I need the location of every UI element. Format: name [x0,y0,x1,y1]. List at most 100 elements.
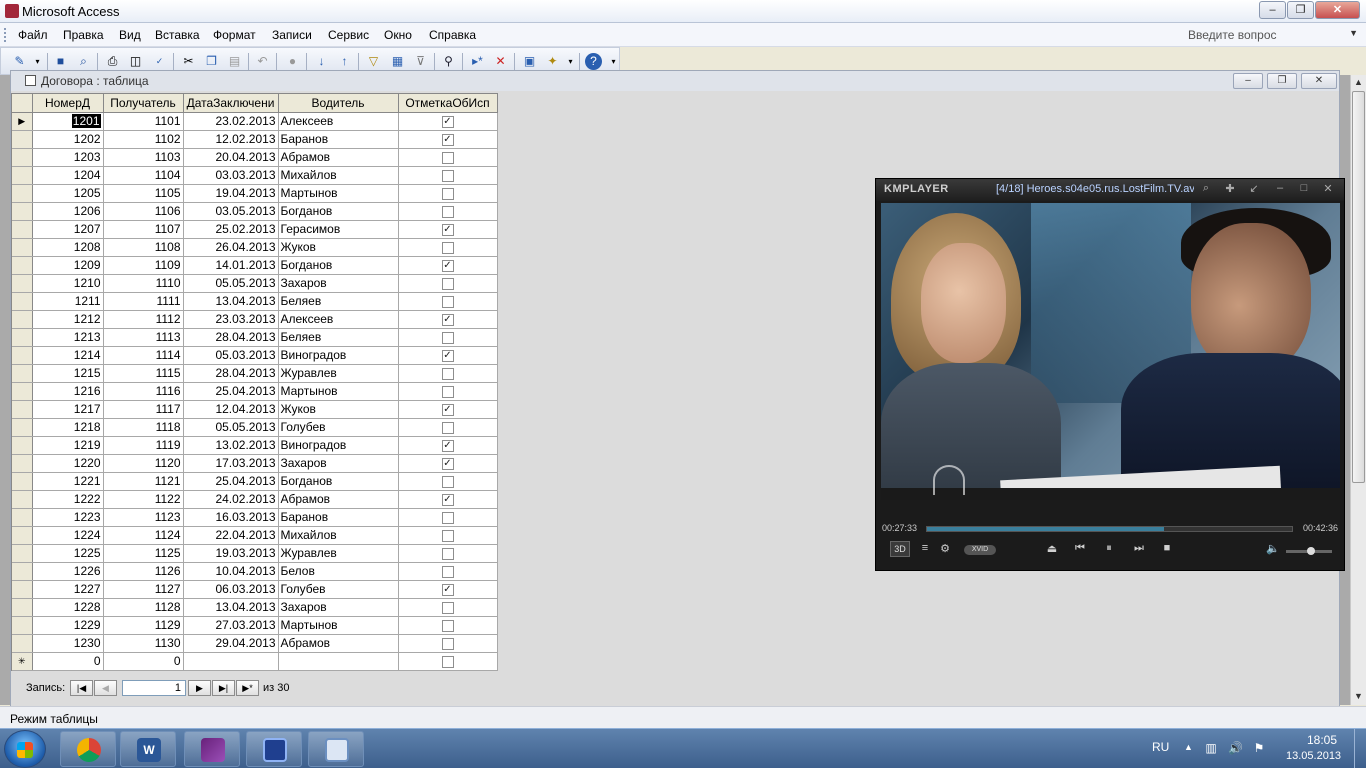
cell-otmetka[interactable] [398,292,498,311]
cell-poluchatel[interactable]: 1101 [103,112,184,131]
cell-poluchatel[interactable]: 1110 [103,274,184,293]
cell-poluchatel[interactable]: 1119 [103,436,184,455]
start-button[interactable] [4,730,46,768]
cell-otmetka[interactable] [398,544,498,563]
cell-poluchatel[interactable]: 1123 [103,508,184,527]
cell-voditel[interactable]: Мартынов [278,382,399,401]
cell-poluchatel[interactable]: 1115 [103,364,184,383]
table-row[interactable]: 1228 1128 13.04.2013 Захаров [12,598,498,617]
cell-voditel[interactable]: Абрамов [278,634,399,653]
checkbox[interactable] [441,205,454,218]
cell-nomer[interactable]: 1228 [32,598,104,617]
row-selector[interactable]: ▶ [12,112,33,131]
checkbox[interactable] [441,367,454,380]
cell-poluchatel[interactable]: 1108 [103,238,184,257]
table-row[interactable]: 1210 1110 05.05.2013 Захаров [12,274,498,293]
checkbox[interactable] [441,331,454,344]
compact-mode-icon[interactable]: ↙ [1246,182,1262,195]
clock-date[interactable]: 13.05.2013 [1286,750,1341,762]
cell-poluchatel[interactable]: 1118 [103,418,184,437]
child-minimize-button[interactable]: – [1233,73,1263,89]
row-selector[interactable] [12,328,33,347]
table-row[interactable]: 1202 1102 12.02.2013 Баранов ✓ [12,130,498,149]
last-record-icon[interactable]: ▶| [212,680,235,696]
table-row[interactable]: 1222 1122 24.02.2013 Абрамов ✓ [12,490,498,509]
cell-poluchatel[interactable]: 1124 [103,526,184,545]
cell-poluchatel[interactable]: 1122 [103,490,184,509]
checkbox[interactable]: ✓ [441,349,454,362]
table-row[interactable]: 1224 1124 22.04.2013 Михайлов [12,526,498,545]
seek-bar[interactable]: 00:27:33 00:42:36 [876,521,1344,537]
cell-poluchatel[interactable]: 1129 [103,616,184,635]
row-selector[interactable] [12,220,33,239]
cell-voditel[interactable]: Голубев [278,580,399,599]
cell-otmetka[interactable]: ✓ [398,436,498,455]
cell-data[interactable]: 05.05.2013 [183,418,279,437]
checkbox[interactable] [441,547,454,560]
cell-voditel[interactable]: Жуков [278,400,399,419]
previous-record-icon[interactable]: ◀ [94,680,117,696]
checkbox[interactable]: ✓ [441,493,454,506]
cell-data[interactable]: 12.04.2013 [183,400,279,419]
3d-mode-button[interactable]: 3D [890,541,910,557]
cell-data[interactable]: 14.01.2013 [183,256,279,275]
spelling-icon[interactable]: ✓ [151,53,168,70]
cell-poluchatel[interactable]: 1117 [103,400,184,419]
cell-data[interactable]: 23.03.2013 [183,310,279,329]
cell-data[interactable]: 03.03.2013 [183,166,279,185]
cell-otmetka[interactable]: ✓ [398,310,498,329]
select-all-corner[interactable] [12,94,33,113]
column-header-voditel[interactable]: Водитель [278,94,399,113]
next-record-icon[interactable]: ▶ [188,680,211,696]
cell-otmetka[interactable] [398,238,498,257]
new-record-marker-icon[interactable]: ✳ [12,652,33,671]
checkbox[interactable]: ✓ [441,439,454,452]
cell-nomer[interactable]: 1202 [32,130,104,149]
row-selector[interactable] [12,292,33,311]
row-selector[interactable] [12,256,33,275]
close-button[interactable]: ✕ [1315,1,1360,19]
cell-voditel[interactable] [278,652,399,671]
new-object-icon[interactable]: ✦ [544,53,561,70]
cell-otmetka[interactable] [398,472,498,491]
cell-nomer[interactable]: 1227 [32,580,104,599]
checkbox[interactable] [441,475,454,488]
cell-data[interactable]: 10.04.2013 [183,562,279,581]
cell-data[interactable]: 05.05.2013 [183,274,279,293]
cut-icon[interactable]: ✂ [180,53,197,70]
cell-nomer[interactable]: 1211 [32,292,104,311]
cell-poluchatel[interactable]: 1120 [103,454,184,473]
row-selector[interactable] [12,364,33,383]
cell-voditel[interactable]: Мартынов [278,184,399,203]
toolbar-options-icon[interactable]: ▾ [605,53,622,70]
row-selector[interactable] [12,130,33,149]
seek-track[interactable] [926,526,1293,532]
cell-nomer[interactable]: 1212 [32,310,104,329]
checkbox[interactable] [441,601,454,614]
print-icon[interactable]: ⎙ [104,53,121,70]
cell-data[interactable]: 25.04.2013 [183,472,279,491]
cell-nomer[interactable]: 1224 [32,526,104,545]
cell-voditel[interactable]: Абрамов [278,148,399,167]
cell-nomer[interactable]: 1214 [32,346,104,365]
copy-icon[interactable]: ❐ [203,53,220,70]
filter-by-selection-icon[interactable]: ▽ [365,53,382,70]
volume-tray-icon[interactable]: 🔊 [1228,741,1243,755]
row-selector[interactable] [12,472,33,491]
cell-otmetka[interactable] [398,148,498,167]
pause-icon[interactable]: ⏸ [1100,542,1118,555]
cell-poluchatel[interactable]: 1103 [103,148,184,167]
checkbox[interactable] [441,421,454,434]
delete-record-icon[interactable]: ✕ [492,53,509,70]
cell-poluchatel[interactable]: 1107 [103,220,184,239]
cell-nomer[interactable]: 1210 [32,274,104,293]
cell-voditel[interactable]: Жуков [278,238,399,257]
child-restore-button[interactable]: ❐ [1267,73,1297,89]
cell-poluchatel[interactable]: 1105 [103,184,184,203]
menu-edit[interactable]: Правка [63,28,104,42]
menu-format[interactable]: Формат [213,28,256,42]
cell-voditel[interactable]: Захаров [278,598,399,617]
cell-voditel[interactable]: Мартынов [278,616,399,635]
row-selector[interactable] [12,418,33,437]
cell-nomer[interactable]: 1205 [32,184,104,203]
